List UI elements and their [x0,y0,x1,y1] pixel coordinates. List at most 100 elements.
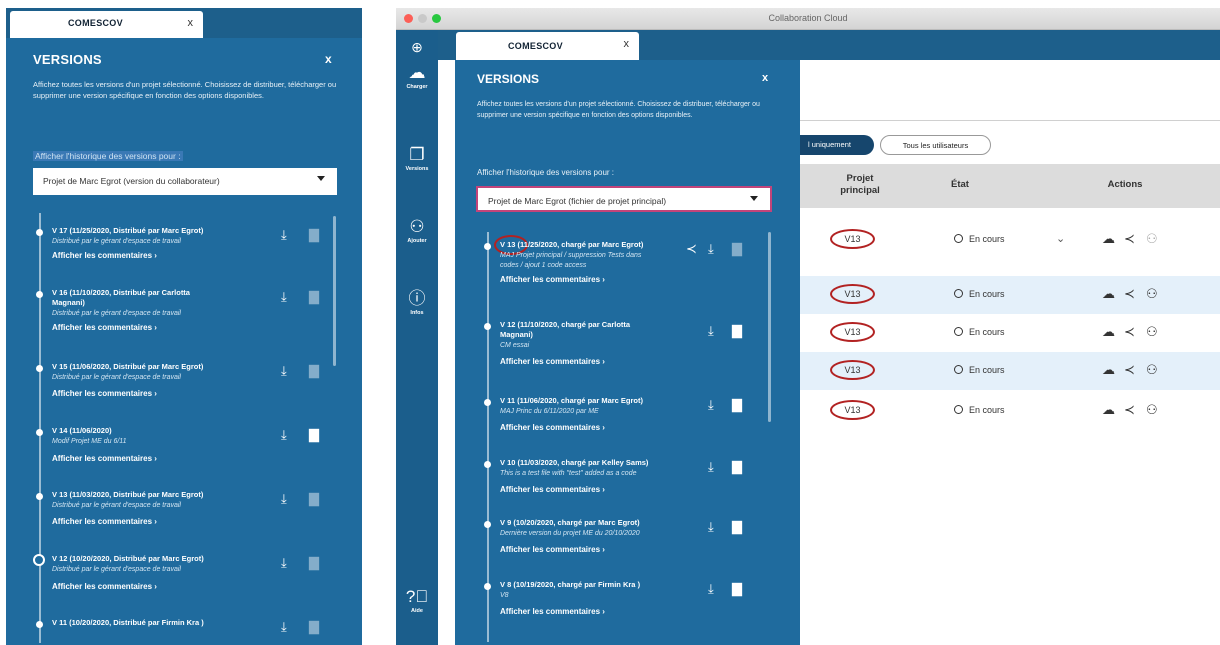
download-icon[interactable]: ⤓ [708,398,714,411]
version-item: V 10 (11/03/2020, chargé par Kelley Sams… [484,458,784,508]
trash-icon[interactable]: ▇ [732,242,742,255]
add-user-icon[interactable]: ⚇ [1146,325,1158,338]
download-icon[interactable]: ⤓ [708,242,714,255]
trash-icon[interactable]: ▇ [309,556,319,569]
tab-label: COMESCOV [68,18,123,28]
cloud-download-icon[interactable]: ☁ [1102,403,1115,416]
tab-close-icon[interactable]: x [188,17,194,29]
plus-circle-icon: ⊕ [411,39,423,55]
panel-close-icon[interactable]: x [762,72,768,84]
version-description: CM essai [500,342,530,349]
project-select[interactable]: Projet de Marc Egrot (version du collabo… [33,168,337,195]
clock-icon [954,405,963,414]
cloud-download-icon[interactable]: ☁ [1102,287,1115,300]
share-icon[interactable]: ≺ [686,242,697,255]
show-comments-link[interactable]: Afficher les commentaires › [52,582,157,591]
clock-icon [954,234,963,243]
tab-comescov[interactable]: COMESCOV x [456,32,639,60]
table-row[interactable]: V13 En cours ☁ ≺ ⚇ [800,352,1220,390]
add-user-icon[interactable]: ⚇ [1146,403,1158,416]
trash-icon[interactable]: ▇ [309,290,319,303]
download-icon[interactable]: ⤓ [708,520,714,533]
version-title: V 10 (11/03/2020, chargé par Kelley Sams… [500,458,649,467]
show-comments-link[interactable]: Afficher les commentaires › [500,275,605,284]
screenshot-composite: COMESCOV x VERSIONS x Affichez toutes le… [0,0,1220,645]
version-item: V 13 (11/03/2020, Distribué par Marc Egr… [36,490,346,540]
rail-item-aide[interactable]: ?⃝ Aide [396,588,438,615]
trash-icon[interactable]: ▇ [309,620,319,633]
show-comments-link[interactable]: Afficher les commentaires › [500,545,605,554]
tab-close-icon[interactable]: x [624,38,630,50]
versions-panel: VERSIONS x Affichez toutes les versions … [455,60,800,645]
window-titlebar: Collaboration Cloud [396,8,1220,30]
rail-item-ajouter[interactable]: ⚇ Ajouter [396,218,438,245]
show-comments-link[interactable]: Afficher les commentaires › [500,357,605,366]
show-comments-link[interactable]: Afficher les commentaires › [500,607,605,616]
filter-mine-button[interactable]: l uniquement [800,135,874,155]
tab-comescov[interactable]: COMESCOV x [10,11,203,38]
trash-icon[interactable]: ▇ [309,428,319,441]
trash-icon[interactable]: ▇ [309,228,319,241]
share-icon[interactable]: ≺ [1124,232,1135,245]
table-row[interactable]: V13 En cours ☁ ≺ ⚇ [800,314,1220,352]
download-icon[interactable]: ⤓ [281,428,287,441]
cloud-download-icon[interactable]: ☁ [1102,232,1115,245]
show-comments-link[interactable]: Afficher les commentaires › [500,485,605,494]
trash-icon[interactable]: ▇ [732,582,742,595]
cloud-download-icon[interactable]: ☁ [1102,325,1115,338]
trash-icon[interactable]: ▇ [309,492,319,505]
panel-close-icon[interactable]: x [325,52,332,66]
add-user-icon[interactable]: ⚇ [1146,287,1158,300]
table-row[interactable]: V13 En cours ☁ ≺ ⚇ [800,276,1220,314]
show-comments-link[interactable]: Afficher les commentaires › [52,323,157,332]
table-row[interactable]: V13 En cours ⌄ ☁ ≺ ⚇ [800,220,1220,258]
download-icon[interactable]: ⤓ [281,290,287,303]
chevron-down-icon[interactable]: ⌄ [1056,232,1065,245]
download-icon[interactable]: ⤓ [281,228,287,241]
timeline-dot [36,229,43,236]
rail-item-charger[interactable]: ☁ Charger [396,64,438,91]
share-icon[interactable]: ≺ [1124,363,1135,376]
show-comments-link[interactable]: Afficher les commentaires › [500,423,605,432]
show-comments-link[interactable]: Afficher les commentaires › [52,389,157,398]
version-item: V 8 (10/19/2020, chargé par Firmin Kra )… [484,580,784,630]
version-description: This is a test file with "test" added as… [500,470,637,477]
version-description: Distribué par le gérant d'espace de trav… [52,502,181,509]
rail-label: Versions [405,166,429,172]
rail-label: Infos [410,310,424,316]
download-icon[interactable]: ⤓ [708,324,714,337]
timeline-dot [484,323,491,330]
share-icon[interactable]: ≺ [1124,325,1135,338]
share-icon[interactable]: ≺ [1124,403,1135,416]
version-title: V 15 (11/06/2020, Distribué par Marc Egr… [52,362,204,371]
rail-item-versions[interactable]: ❐ Versions [396,146,438,173]
download-icon[interactable]: ⤓ [708,582,714,595]
version-item: V 16 (11/10/2020, Distribué par Carlotta… [36,288,346,348]
show-comments-link[interactable]: Afficher les commentaires › [52,251,157,260]
show-comments-link[interactable]: Afficher les commentaires › [52,517,157,526]
caret-down-icon [317,176,325,181]
version-title: V 13 (11/03/2020, Distribué par Marc Egr… [52,490,204,499]
trash-icon[interactable]: ▇ [309,364,319,377]
share-icon[interactable]: ≺ [1124,287,1135,300]
cloud-download-icon[interactable]: ☁ [1102,363,1115,376]
rail-item-infos[interactable]: ⓘ Infos [396,290,438,317]
table-row[interactable]: V13 En cours ☁ ≺ ⚇ [800,392,1220,430]
trash-icon[interactable]: ▇ [732,398,742,411]
version-description: Dernière version du projet ME du 20/10/2… [500,530,640,537]
download-icon[interactable]: ⤓ [281,492,287,505]
download-icon[interactable]: ⤓ [281,556,287,569]
rail-item-add[interactable]: ⊕ [396,38,438,56]
download-icon[interactable]: ⤓ [281,364,287,377]
add-user-icon[interactable]: ⚇ [1146,232,1158,245]
project-select[interactable]: Projet de Marc Egrot (fichier de projet … [476,186,772,212]
download-icon[interactable]: ⤓ [281,620,287,633]
download-icon[interactable]: ⤓ [708,460,714,473]
trash-icon[interactable]: ▇ [732,460,742,473]
filter-all-users-button[interactable]: Tous les utilisateurs [880,135,991,155]
trash-icon[interactable]: ▇ [732,520,742,533]
show-comments-link[interactable]: Afficher les commentaires › [52,454,157,463]
version-title: V 16 (11/10/2020, Distribué par Carlotta [52,288,190,297]
trash-icon[interactable]: ▇ [732,324,742,337]
add-user-icon[interactable]: ⚇ [1146,363,1158,376]
